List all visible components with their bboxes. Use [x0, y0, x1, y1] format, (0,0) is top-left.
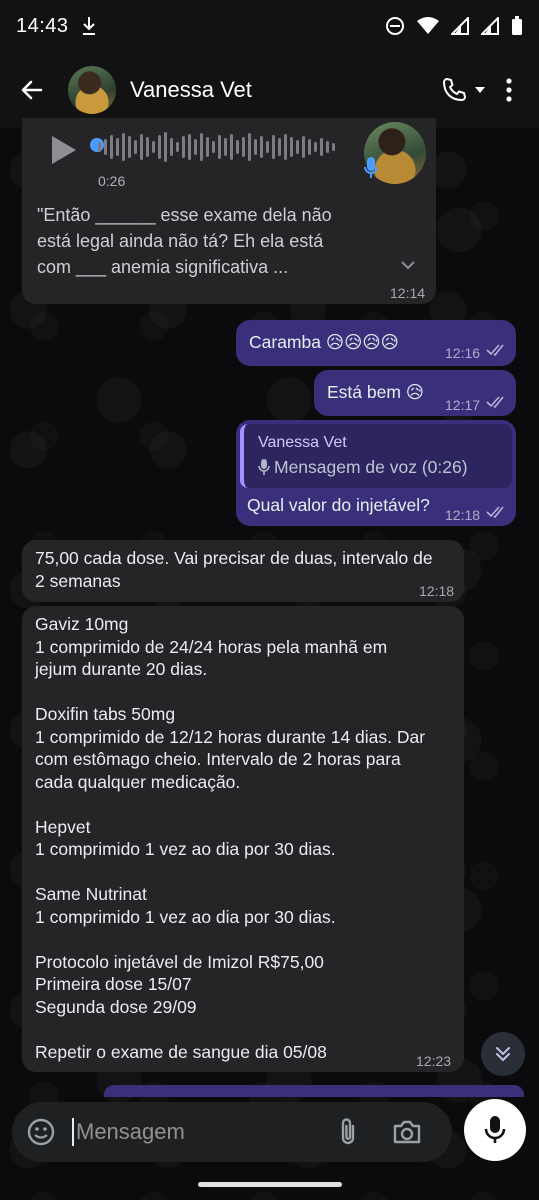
outgoing-message[interactable]: Está bem 😥 12:17: [314, 370, 516, 416]
message-time: 12:16: [445, 345, 481, 361]
camera-icon[interactable]: [392, 1119, 422, 1145]
message-time: 12:17: [445, 397, 481, 413]
incoming-message[interactable]: 75,00 cada dose. Vai precisar de duas, i…: [22, 540, 464, 602]
paperclip-icon[interactable]: [336, 1117, 360, 1147]
voice-record-button[interactable]: [464, 1099, 526, 1161]
incoming-message[interactable]: Gaviz 10mg 1 comprimido de 24/24 horas p…: [22, 606, 464, 1072]
quoted-text-row: Mensagem de voz (0:26): [258, 456, 468, 479]
quoted-sender: Vanessa Vet: [258, 434, 347, 451]
contact-name[interactable]: Vanessa Vet: [130, 77, 252, 103]
chevron-down-icon[interactable]: [400, 260, 416, 270]
message-text: Gaviz 10mg 1 comprimido de 24/24 horas p…: [35, 614, 426, 1062]
download-icon: [82, 17, 95, 35]
more-vertical-icon: [506, 78, 512, 102]
chevron-down-icon: [475, 87, 485, 93]
signal-icon-2: [481, 17, 499, 35]
phone-icon: [443, 78, 466, 101]
arrow-left-icon: [21, 80, 43, 100]
microphone-icon: [484, 1116, 506, 1143]
status-bar: 14:43: [0, 0, 539, 52]
double-chevron-down-icon: [496, 1047, 510, 1062]
scroll-to-bottom-button[interactable]: [481, 1032, 525, 1076]
message-text: Caramba 😥😥😥😥: [249, 332, 399, 352]
text-caret: [72, 1118, 74, 1146]
microphone-icon: [258, 459, 270, 476]
read-receipt-icon: [486, 396, 504, 408]
back-button[interactable]: [2, 60, 62, 120]
message-input[interactable]: [76, 1119, 326, 1145]
message-text: Está bem 😥: [327, 382, 425, 402]
do-not-disturb-icon: [386, 17, 404, 35]
message-time: 12:18: [445, 507, 481, 523]
message-time: 12:18: [419, 583, 455, 599]
message-text: Qual valor do injetável?: [247, 495, 430, 515]
outgoing-message[interactable]: Caramba 😥😥😥😥 12:16: [236, 320, 516, 366]
outgoing-reply-message[interactable]: Vanessa Vet Mensagem de voz (0:26) Qual …: [236, 420, 516, 526]
quoted-message[interactable]: Vanessa Vet Mensagem de voz (0:26): [240, 424, 512, 488]
message-composer: [12, 1102, 452, 1162]
voice-message[interactable]: 0:26 "Então ______ esse exame dela não e…: [22, 118, 436, 304]
quoted-text: Mensagem de voz (0:26): [274, 457, 468, 477]
home-indicator[interactable]: [198, 1182, 342, 1187]
microphone-icon: [364, 157, 378, 178]
next-message-peek: [104, 1085, 524, 1097]
wifi-icon: [417, 17, 439, 34]
more-options-button[interactable]: [491, 66, 527, 114]
read-receipt-icon: [486, 506, 504, 518]
chat-header: Vanessa Vet: [0, 52, 539, 128]
sticker-icon[interactable]: [26, 1117, 56, 1147]
voice-waveform[interactable]: [98, 130, 368, 164]
call-button[interactable]: [441, 66, 487, 114]
contact-avatar[interactable]: [68, 66, 116, 114]
status-time: 14:43: [16, 14, 69, 37]
signal-icon: [451, 17, 469, 35]
message-time: 12:23: [416, 1053, 452, 1069]
play-icon[interactable]: [50, 134, 78, 166]
voice-duration: 0:26: [98, 173, 126, 189]
message-text: 75,00 cada dose. Vai precisar de duas, i…: [35, 548, 433, 591]
message-time: 12:14: [390, 285, 426, 301]
battery-icon: [512, 16, 522, 35]
voice-transcript: "Então ______ esse exame dela não está l…: [37, 205, 332, 277]
read-receipt-icon: [486, 344, 504, 356]
